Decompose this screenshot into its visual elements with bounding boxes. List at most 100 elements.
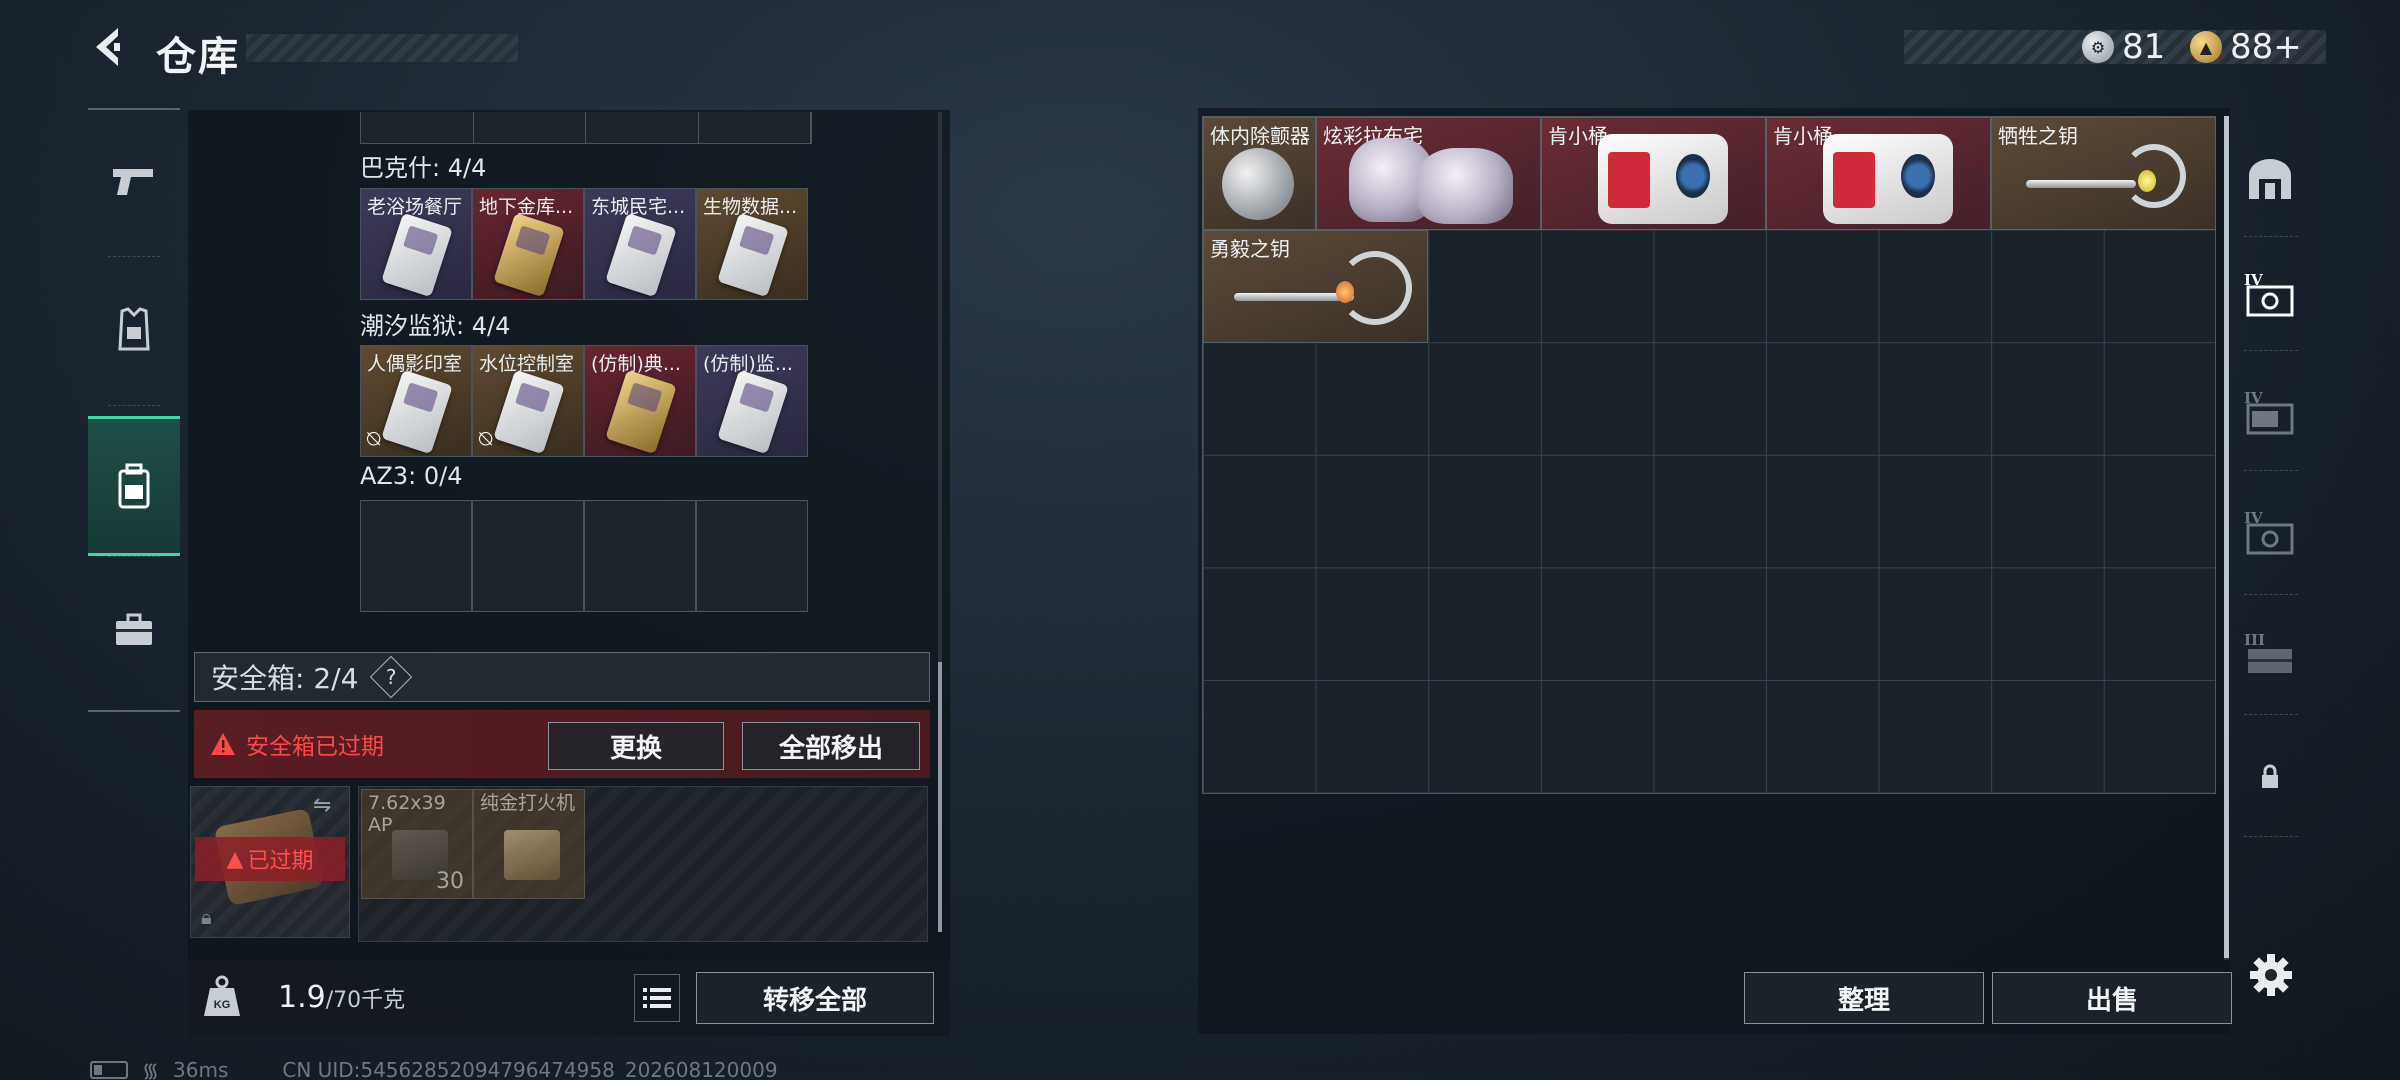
empty-slot[interactable] — [696, 500, 808, 612]
settings-button[interactable] — [2248, 952, 2294, 998]
expired-message: 安全箱已过期 — [246, 734, 384, 760]
gem-icon — [1336, 281, 1354, 303]
stash-page-iii[interactable]: III — [2238, 620, 2302, 690]
figurine-icon — [1417, 148, 1513, 224]
safe-box-title: 安全箱: 2/4 — [211, 662, 359, 695]
tab-weapons[interactable] — [88, 120, 180, 240]
item-label: 人偶影印室 — [367, 353, 463, 375]
backpack-scrollbar[interactable] — [938, 112, 942, 932]
cabinet-iv-icon: IV — [2244, 389, 2294, 435]
safe-box-header: 安全箱: 2/4 ? — [194, 652, 930, 702]
battery-icon — [90, 1060, 128, 1079]
stash-item[interactable]: 勇毅之钥 — [1203, 230, 1428, 343]
briefcase-icon — [116, 613, 152, 645]
weight-readout: 1.9/70千克 — [278, 980, 405, 1015]
stash-scrollbar[interactable] — [2224, 116, 2229, 960]
list-view-button[interactable] — [634, 974, 680, 1022]
safe-iv-icon: IV — [2244, 271, 2294, 317]
empty-slot[interactable] — [472, 500, 584, 612]
stash-page-iv-1[interactable]: IV — [2238, 260, 2302, 330]
key-row-bakesh: 老浴场餐厅 地下金库... 东城民宅... 生物数据... — [360, 188, 808, 300]
weight-capacity: /70千克 — [325, 988, 406, 1013]
ammo-count: 30 — [436, 869, 464, 894]
stash-page-main[interactable] — [2238, 144, 2302, 214]
tab-armor[interactable] — [88, 256, 180, 390]
item-label: 水位控制室 — [479, 353, 575, 375]
transfer-all-button[interactable]: 转移全部 — [696, 972, 934, 1024]
key-card-item[interactable]: 地下金库... — [472, 188, 584, 300]
key-card-item[interactable]: 生物数据... — [696, 188, 808, 300]
level-label: III — [2244, 631, 2265, 649]
gem-icon — [2138, 170, 2156, 192]
silver-currency: ⚙ 81 — [2082, 26, 2165, 68]
key-card-item[interactable]: 东城民宅... — [584, 188, 696, 300]
key-card-item[interactable]: 人偶影印室 ⍉ — [360, 345, 472, 457]
keycard-icon — [493, 212, 565, 298]
stash-item[interactable]: 牺牲之钥 — [1991, 117, 2216, 230]
key-card-item[interactable]: 老浴场餐厅 — [360, 188, 472, 300]
help-icon[interactable]: ? — [370, 655, 413, 699]
gold-coin-icon: ▲ — [2190, 31, 2222, 63]
current-weight: 1.9 — [278, 980, 326, 1015]
keycard-icon — [381, 212, 453, 298]
stash-page-iv-2[interactable]: IV — [2238, 378, 2302, 448]
bucket-figure-icon — [1823, 134, 1953, 224]
group-title: AZ3: 0/4 — [360, 462, 463, 490]
stash-item[interactable]: 体内除颤器 — [1203, 117, 1316, 230]
lock-icon: 🔒︎ — [201, 905, 212, 929]
stash-item[interactable]: 炫彩拉布宅 — [1316, 117, 1541, 230]
gold-currency[interactable]: ▲ 88+ — [2190, 26, 2302, 68]
group-title: 巴克什: 4/4 — [360, 154, 487, 182]
key-card-item[interactable]: 水位控制室 ⍉ — [472, 345, 584, 457]
key-card-item[interactable]: (仿制)典... — [584, 345, 696, 457]
swap-icon[interactable]: ⇋ — [313, 793, 331, 818]
item-label: 东城民宅... — [591, 196, 686, 218]
sell-button[interactable]: 出售 — [1992, 972, 2232, 1024]
lighter-icon — [504, 830, 560, 880]
previous-group-slots — [360, 112, 812, 144]
weight-bar: KG 1.9/70千克 转移全部 — [188, 960, 950, 1036]
back-button[interactable] — [84, 22, 134, 72]
empty-slot[interactable] — [584, 500, 696, 612]
item-label: 勇毅之钥 — [1210, 237, 1290, 261]
warning-icon — [211, 733, 235, 755]
item-label: 地下金库... — [479, 196, 574, 218]
safe-case-slot[interactable]: ▲ 已过期 ⇋ 🔒︎ — [190, 786, 350, 938]
weight-icon: KG — [204, 975, 240, 1016]
tab-backpack[interactable] — [88, 405, 180, 556]
key-card-item[interactable]: (仿制)监... — [696, 345, 808, 457]
stash-page-rail: IV IV IV III — [2238, 110, 2302, 1030]
bucket-figure-icon — [1598, 134, 1728, 224]
lighter-item[interactable]: 纯金打火机 — [473, 789, 585, 899]
stash-grid[interactable]: 体内除颤器 炫彩拉布宅 肯小桶 肯小桶 牺牲之钥 勇毅之钥 — [1202, 116, 2216, 794]
item-label: 老浴场餐厅 — [367, 196, 463, 218]
defibrillator-icon — [1222, 148, 1294, 220]
warning-icon: ▲ — [226, 846, 244, 872]
case-status-label: 已过期 — [247, 849, 314, 874]
replace-button[interactable]: 更换 — [548, 722, 724, 770]
stash-item[interactable]: 肯小桶 — [1541, 117, 1766, 230]
keycard-icon — [717, 369, 789, 455]
keycard-icon — [605, 212, 677, 298]
category-rail — [88, 108, 180, 712]
stash-page-locked[interactable] — [2238, 742, 2302, 812]
empty-slot[interactable] — [360, 500, 472, 612]
status-bar: ᯾ 36ms CN UID:54562852094796474958_20260… — [90, 1056, 778, 1080]
sort-button[interactable]: 整理 — [1744, 972, 1984, 1024]
tab-case[interactable] — [88, 556, 180, 690]
armor-vest-icon — [118, 307, 150, 351]
remove-all-button[interactable]: 全部移出 — [742, 722, 920, 770]
ammo-item[interactable]: 7.62x39 AP 30 — [361, 789, 473, 899]
case-expired-badge: ▲ 已过期 — [195, 837, 345, 881]
stash-item[interactable]: 肯小桶 — [1766, 117, 1991, 230]
no-auto-icon: ⍉ — [479, 427, 493, 452]
stash-house-icon — [2249, 159, 2291, 199]
silver-coin-icon: ⚙ — [2082, 31, 2114, 63]
back-arrow-icon — [96, 28, 120, 66]
svg-text:KG: KG — [214, 999, 231, 1011]
item-label: (仿制)典... — [591, 353, 681, 375]
stash-page-iv-3[interactable]: IV — [2238, 498, 2302, 568]
keycard-icon — [605, 369, 677, 455]
help-glyph: ? — [386, 665, 397, 689]
item-label: 牺牲之钥 — [1998, 124, 2078, 148]
